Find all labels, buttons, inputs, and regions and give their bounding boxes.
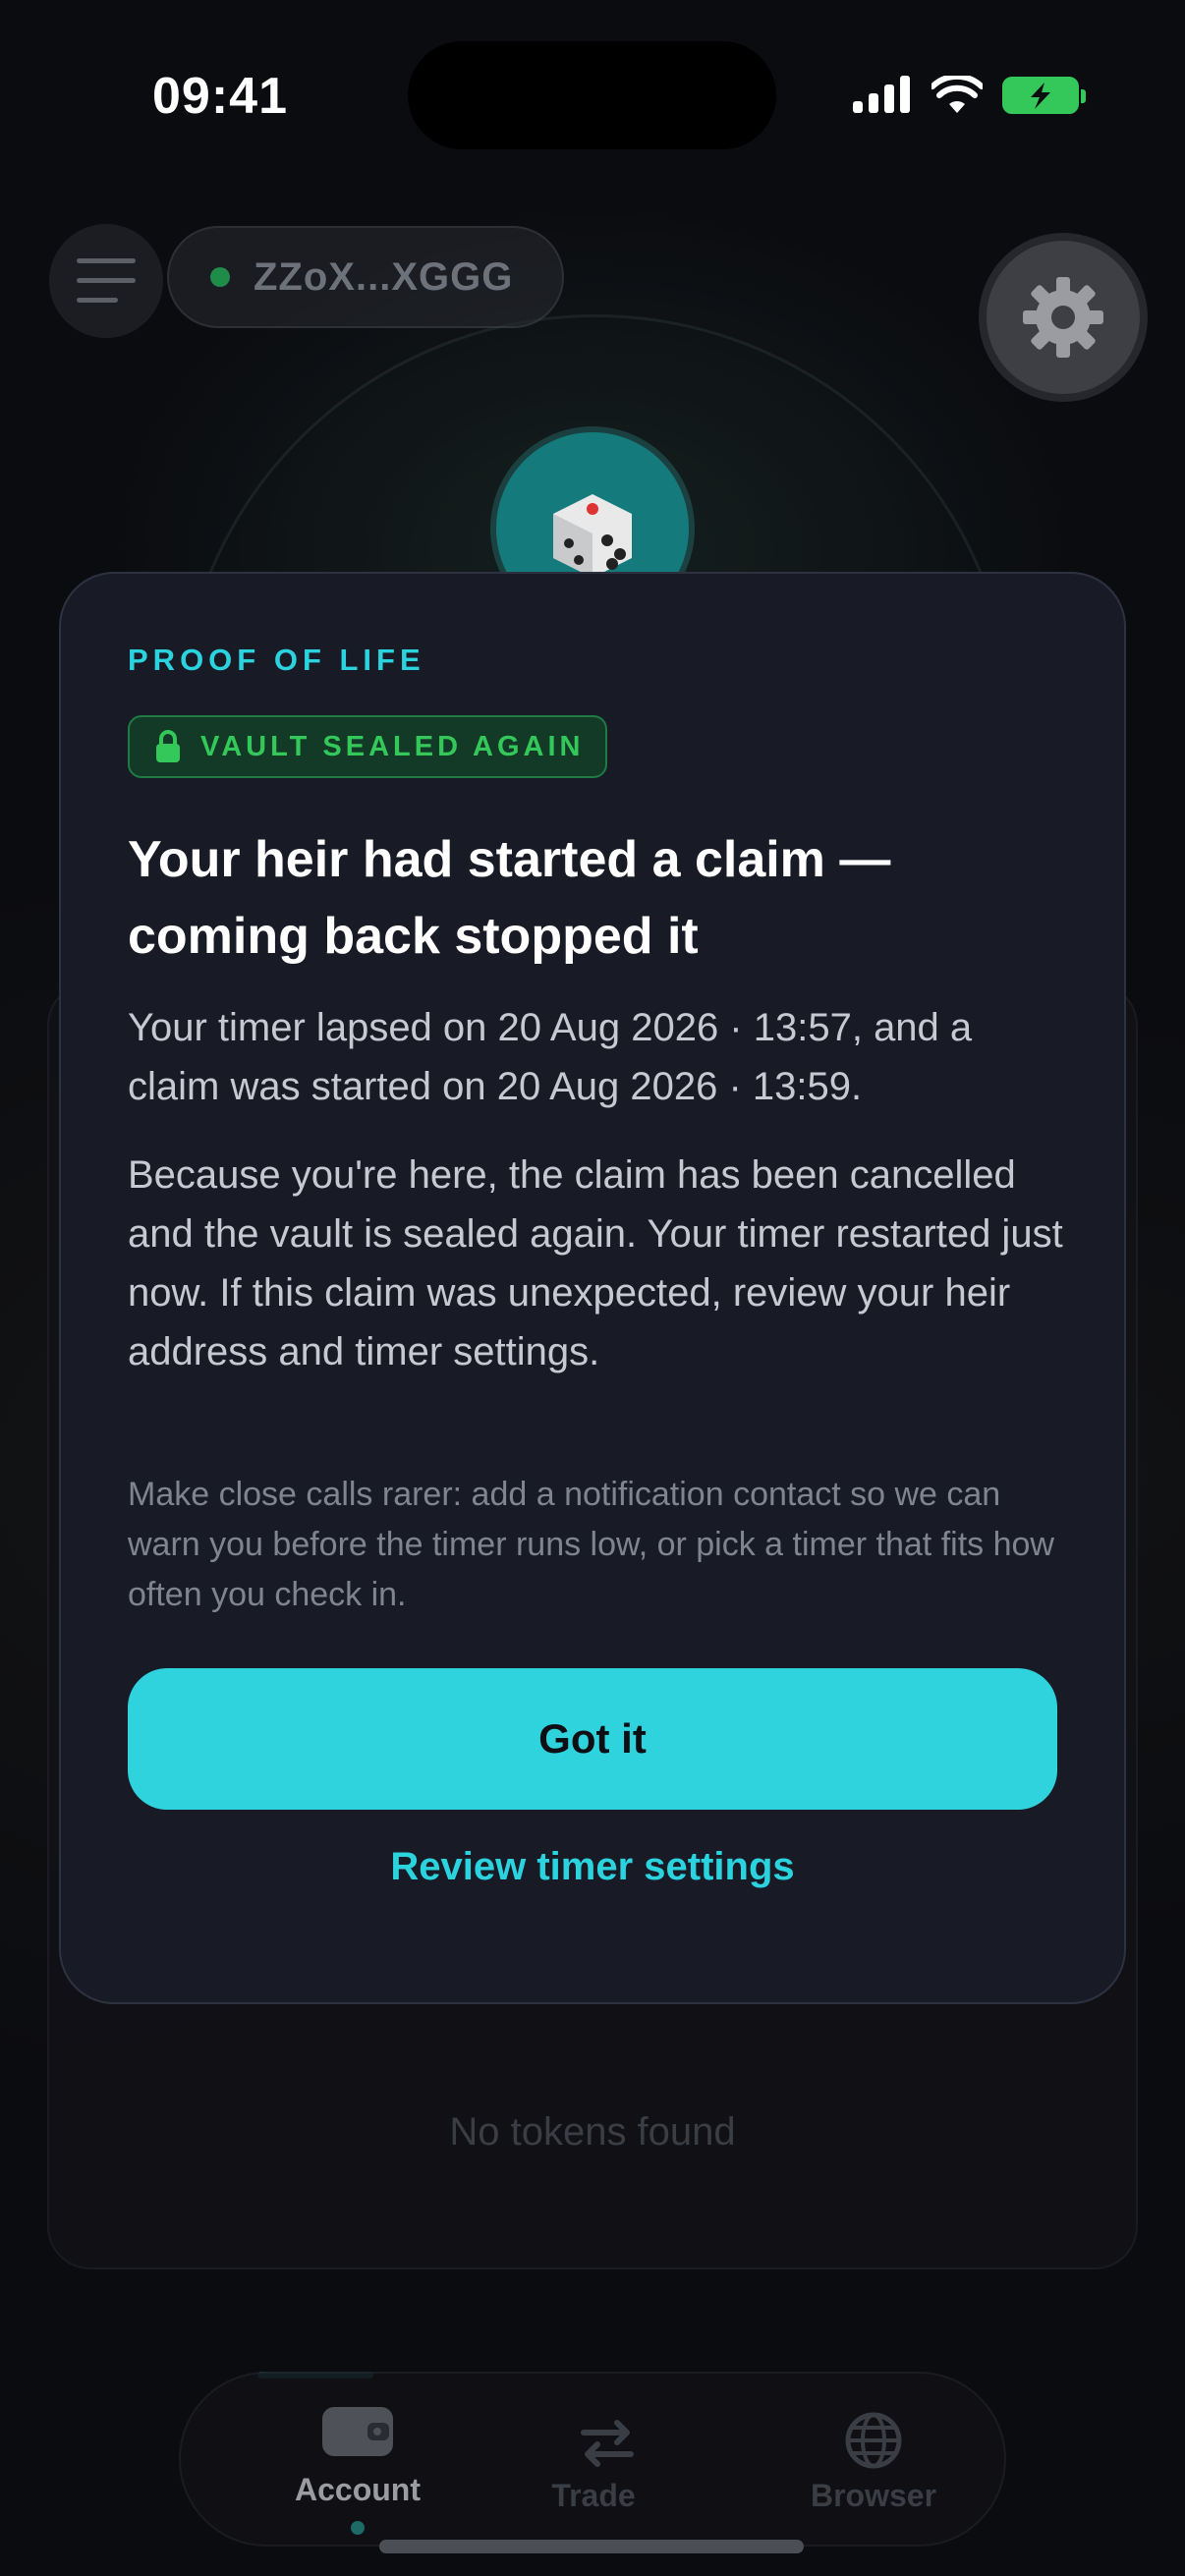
modal-body-timer: Your timer lapsed on 20 Aug 2026 · 13:57…: [128, 1006, 973, 1108]
dynamic-island: [408, 41, 776, 149]
home-indicator: [379, 2540, 804, 2553]
wallet-icon: [322, 2407, 393, 2456]
connection-status-dot: [210, 267, 230, 287]
lock-icon: [156, 730, 180, 762]
wifi-icon: [931, 76, 983, 113]
globe-icon: [845, 2412, 902, 2469]
tab-browser[interactable]: Browser: [770, 2374, 1045, 2548]
gear-icon: [1023, 277, 1103, 358]
menu-button[interactable]: [49, 224, 163, 338]
swap-arrows-icon: [581, 2420, 634, 2467]
modal-body-explanation: Because you're here, the claim has been …: [128, 1153, 1063, 1373]
wallet-selector[interactable]: ZZoX...XGGG: [167, 226, 564, 328]
modal-title: Your heir had started a claim — coming b…: [128, 831, 891, 965]
review-timer-settings-link[interactable]: Review timer settings: [0, 1845, 1185, 1889]
status-badge: VAULT SEALED AGAIN: [128, 715, 607, 778]
got-it-button[interactable]: Got it: [128, 1668, 1057, 1810]
tab-bar: Account Trade Browser: [179, 2372, 1006, 2547]
status-time: 09:41: [152, 68, 288, 125]
cellular-signal-icon: [853, 76, 910, 113]
tab-browser-label: Browser: [810, 2478, 937, 2513]
modal-eyebrow: PROOF OF LIFE: [128, 643, 425, 677]
settings-button[interactable]: [987, 241, 1140, 394]
tab-account[interactable]: Account: [220, 2374, 495, 2548]
empty-state-text: No tokens found: [449, 2110, 736, 2154]
wallet-address: ZZoX...XGGG: [254, 254, 514, 299]
modal-hint: Make close calls rarer: add a notificati…: [128, 1476, 1054, 1613]
status-badge-label: VAULT SEALED AGAIN: [200, 730, 585, 762]
tab-trade[interactable]: Trade: [495, 2374, 770, 2548]
tab-account-label: Account: [295, 2472, 421, 2507]
battery-charging-icon: [1002, 77, 1086, 114]
tab-trade-label: Trade: [551, 2478, 636, 2513]
dice-icon: [553, 494, 632, 578]
active-tab-dot: [351, 2521, 365, 2535]
hamburger-menu-icon: [77, 258, 136, 303]
status-icons: [853, 71, 1086, 120]
